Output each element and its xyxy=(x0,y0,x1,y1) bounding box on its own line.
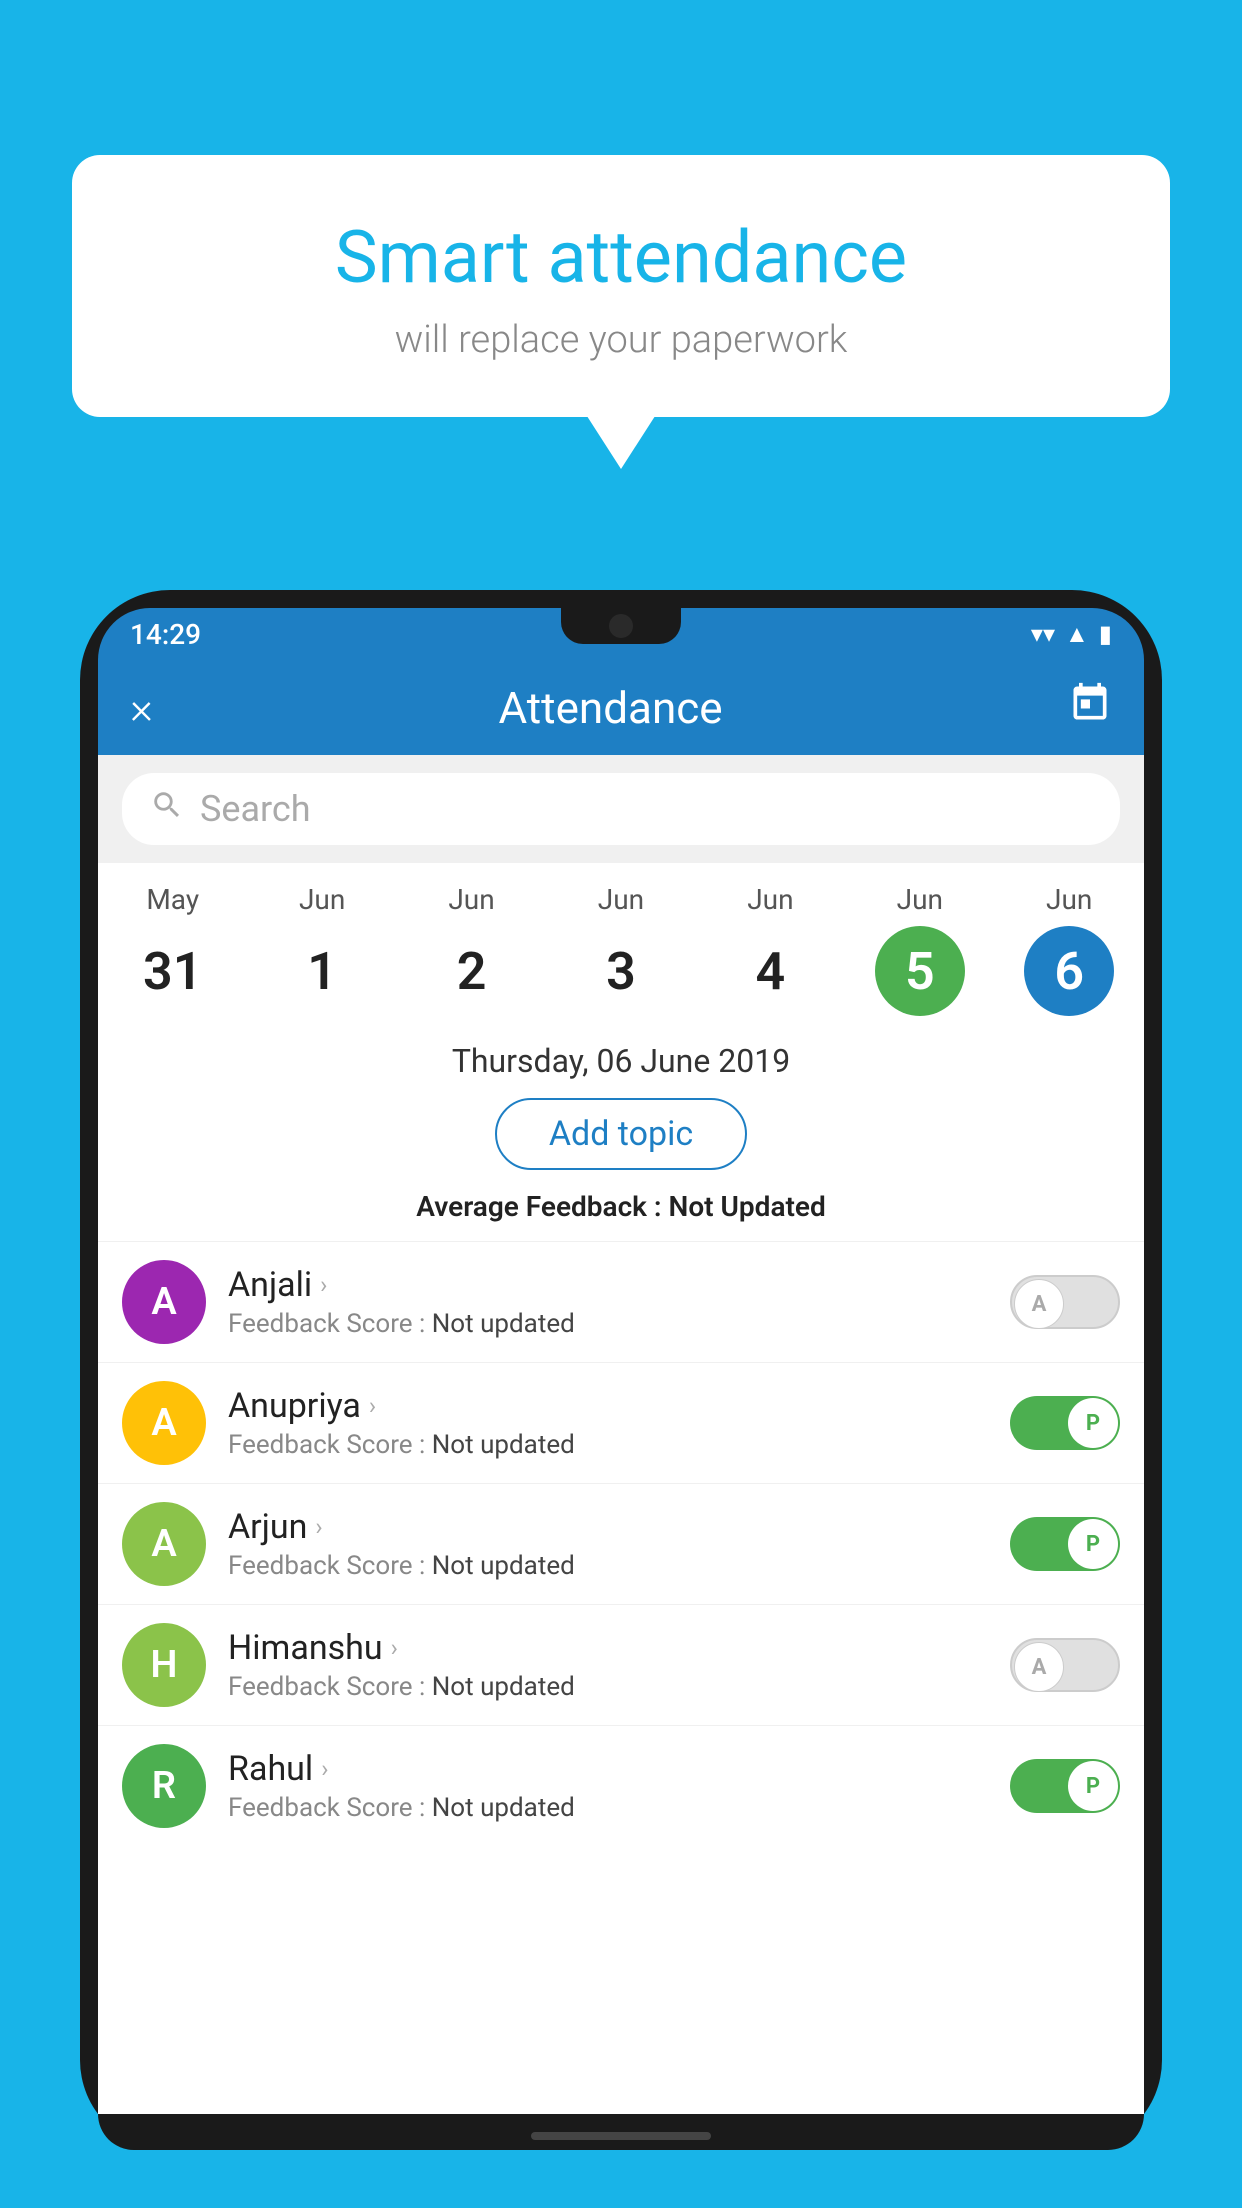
student-name: Anjali › xyxy=(228,1265,1010,1305)
app-header: × Attendance xyxy=(98,660,1144,755)
toggle-knob: A xyxy=(1014,1642,1064,1692)
speech-bubble-container: Smart attendance will replace your paper… xyxy=(72,155,1170,417)
toggle-knob: P xyxy=(1068,1519,1118,1569)
chevron-right-icon: › xyxy=(391,1634,398,1662)
date-item[interactable]: Jun 4 xyxy=(725,883,815,1016)
date-month: Jun xyxy=(1046,883,1092,916)
home-indicator xyxy=(531,2132,711,2140)
attendance-toggle[interactable]: A xyxy=(1010,1638,1120,1692)
date-number[interactable]: 3 xyxy=(576,926,666,1016)
add-topic-button[interactable]: Add topic xyxy=(495,1098,747,1170)
close-button[interactable]: × xyxy=(130,682,153,734)
speech-bubble-subtitle: will replace your paperwork xyxy=(112,318,1130,362)
phone-camera xyxy=(609,614,633,638)
avg-feedback: Average Feedback : Not Updated xyxy=(98,1184,1144,1241)
student-row[interactable]: R Rahul › Feedback Score : Not updated P xyxy=(98,1725,1144,1846)
student-name: Himanshu › xyxy=(228,1628,1010,1668)
date-number[interactable]: 5 xyxy=(875,926,965,1016)
date-month: Jun xyxy=(598,883,644,916)
date-scroller: May 31 Jun 1 Jun 2 Jun 3 Jun 4 Jun 5 Jun 6 xyxy=(98,863,1144,1026)
student-feedback: Feedback Score : Not updated xyxy=(228,1793,1010,1823)
header-title: Attendance xyxy=(498,682,722,734)
student-name: Arjun › xyxy=(228,1507,1010,1547)
student-row[interactable]: A Anupriya › Feedback Score : Not updated P xyxy=(98,1362,1144,1483)
student-info: Arjun › Feedback Score : Not updated xyxy=(228,1507,1010,1581)
student-list: AAnjali ›Feedback Score : Not updatedAAA… xyxy=(98,1241,1144,1846)
search-input[interactable]: Search xyxy=(200,788,311,830)
student-avatar: R xyxy=(122,1744,206,1828)
student-feedback: Feedback Score : Not updated xyxy=(228,1430,1010,1460)
student-name: Anupriya › xyxy=(228,1386,1010,1426)
phone-outer: 14:29 ▾▾ ▲ ▮ × Attendance xyxy=(80,590,1162,2150)
student-row[interactable]: A Arjun › Feedback Score : Not updated P xyxy=(98,1483,1144,1604)
toggle-knob: P xyxy=(1068,1761,1118,1811)
add-topic-button-container: Add topic xyxy=(98,1088,1144,1184)
student-avatar: A xyxy=(122,1260,206,1344)
attendance-toggle[interactable]: A xyxy=(1010,1275,1120,1329)
attendance-toggle[interactable]: P xyxy=(1010,1396,1120,1450)
search-bar[interactable]: Search xyxy=(122,773,1120,845)
date-number[interactable]: 6 xyxy=(1024,926,1114,1016)
student-info: Rahul › Feedback Score : Not updated xyxy=(228,1749,1010,1823)
student-info: Anupriya › Feedback Score : Not updated xyxy=(228,1386,1010,1460)
student-info: Anjali › Feedback Score : Not updated xyxy=(228,1265,1010,1339)
student-avatar: A xyxy=(122,1502,206,1586)
date-item[interactable]: Jun 1 xyxy=(277,883,367,1016)
toggle-knob: A xyxy=(1014,1279,1064,1329)
speech-bubble-title: Smart attendance xyxy=(112,215,1130,300)
speech-bubble: Smart attendance will replace your paper… xyxy=(72,155,1170,417)
calendar-icon[interactable] xyxy=(1068,681,1112,735)
student-avatar: H xyxy=(122,1623,206,1707)
student-avatar: A xyxy=(122,1381,206,1465)
wifi-icon: ▾▾ xyxy=(1031,620,1055,648)
phone-content: Search May 31 Jun 1 Jun 2 Jun 3 Jun 4 Jun 5 Jun 6 Thu… xyxy=(98,755,1144,2114)
date-month: Jun xyxy=(448,883,494,916)
battery-icon: ▮ xyxy=(1099,620,1112,648)
search-icon xyxy=(150,788,184,831)
date-number[interactable]: 4 xyxy=(725,926,815,1016)
chevron-right-icon: › xyxy=(315,1513,322,1541)
date-item[interactable]: Jun 5 xyxy=(875,883,965,1016)
student-feedback: Feedback Score : Not updated xyxy=(228,1551,1010,1581)
date-item[interactable]: Jun 6 xyxy=(1024,883,1114,1016)
chevron-right-icon: › xyxy=(321,1755,328,1783)
toggle-knob: P xyxy=(1068,1398,1118,1448)
student-info: Himanshu › Feedback Score : Not updated xyxy=(228,1628,1010,1702)
search-bar-container: Search xyxy=(98,755,1144,863)
phone-bottom xyxy=(98,2114,1144,2150)
phone-frame: 14:29 ▾▾ ▲ ▮ × Attendance xyxy=(80,590,1162,2208)
attendance-toggle[interactable]: P xyxy=(1010,1759,1120,1813)
date-number[interactable]: 31 xyxy=(128,926,218,1016)
avg-feedback-value: Not Updated xyxy=(669,1190,826,1223)
student-name: Rahul › xyxy=(228,1749,1010,1789)
status-time: 14:29 xyxy=(130,618,201,651)
date-month: May xyxy=(146,883,199,916)
attendance-toggle[interactable]: P xyxy=(1010,1517,1120,1571)
date-number[interactable]: 2 xyxy=(427,926,517,1016)
student-feedback: Feedback Score : Not updated xyxy=(228,1672,1010,1702)
student-feedback: Feedback Score : Not updated xyxy=(228,1309,1010,1339)
student-row[interactable]: H Himanshu › Feedback Score : Not updatedA xyxy=(98,1604,1144,1725)
student-row[interactable]: AAnjali ›Feedback Score : Not updatedA xyxy=(98,1241,1144,1362)
avg-feedback-label: Average Feedback : xyxy=(416,1190,668,1223)
selected-date-label: Thursday, 06 June 2019 xyxy=(98,1026,1144,1088)
date-item[interactable]: Jun 3 xyxy=(576,883,666,1016)
date-month: Jun xyxy=(747,883,793,916)
date-month: Jun xyxy=(897,883,943,916)
chevron-right-icon: › xyxy=(320,1271,327,1299)
date-number[interactable]: 1 xyxy=(277,926,367,1016)
date-month: Jun xyxy=(299,883,345,916)
status-icons: ▾▾ ▲ ▮ xyxy=(1031,620,1112,649)
date-item[interactable]: Jun 2 xyxy=(427,883,517,1016)
signal-icon: ▲ xyxy=(1065,620,1089,649)
date-item[interactable]: May 31 xyxy=(128,883,218,1016)
chevron-right-icon: › xyxy=(369,1392,376,1420)
